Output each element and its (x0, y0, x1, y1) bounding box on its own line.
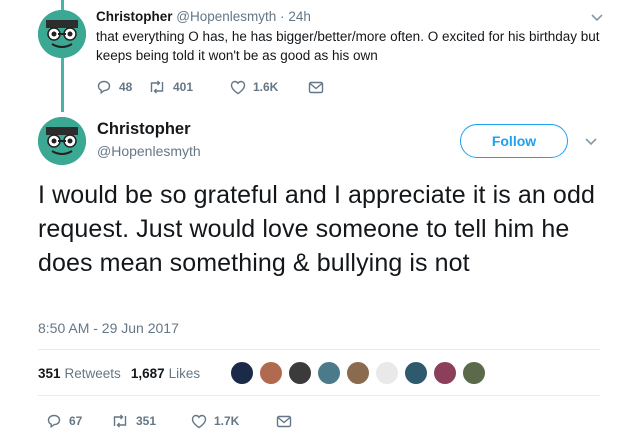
like-button[interactable]: 1.7K (191, 414, 276, 429)
liker-avatar[interactable] (230, 361, 254, 385)
retweet-total: 351 (38, 366, 61, 381)
liker-avatar[interactable] (375, 361, 399, 385)
separator-dot: · (280, 9, 285, 24)
display-name[interactable]: Christopher (97, 120, 191, 139)
retweet-icon (113, 414, 127, 428)
retweets-label: Retweets (64, 366, 121, 381)
direct-message-button[interactable] (276, 415, 292, 428)
reply-count: 67 (69, 414, 83, 428)
reply-count: 48 (119, 80, 133, 94)
liker-avatars (230, 361, 491, 385)
avatar-face-icon (38, 117, 86, 165)
liker-avatar[interactable] (259, 361, 283, 385)
tweet-header: Christopher @Hopenlesmyth · 24h (96, 9, 311, 24)
liker-avatar[interactable] (317, 361, 341, 385)
retweet-icon (150, 80, 164, 94)
username[interactable]: @Hopenlesmyth (97, 143, 201, 159)
message-icon (276, 415, 292, 427)
like-total: 1,687 (130, 366, 165, 381)
retweet-button[interactable]: 351 (111, 414, 191, 428)
like-button[interactable]: 1.6K (230, 80, 308, 95)
avatar[interactable] (38, 117, 86, 165)
liker-avatar[interactable] (462, 361, 486, 385)
tweet-actions: 48 401 1.6K (96, 79, 324, 95)
tweet-text: that everything O has, he has bigger/bet… (96, 29, 600, 63)
message-icon (308, 81, 324, 93)
tweet-actions: 67 351 1.7K (46, 413, 292, 429)
tweet-time[interactable]: 24h (288, 9, 311, 24)
avatar[interactable] (38, 10, 86, 58)
retweet-count: 401 (173, 80, 194, 94)
follow-button[interactable]: Follow (460, 124, 568, 158)
chevron-down-icon[interactable] (584, 134, 598, 153)
tweet-stats: 351 Retweets 1,687 Likes (38, 366, 210, 381)
divider (38, 395, 600, 396)
retweets-stat[interactable]: 351 Retweets (38, 366, 121, 381)
username[interactable]: @Hopenlesmyth (176, 9, 276, 24)
tweet-timestamp[interactable]: 8:50 AM - 29 Jun 2017 (38, 320, 179, 336)
like-icon (191, 414, 207, 428)
reply-button[interactable]: 48 (96, 79, 148, 95)
direct-message-button[interactable] (308, 81, 324, 94)
reply-button[interactable]: 67 (46, 413, 111, 429)
retweet-count: 351 (136, 414, 157, 428)
liker-avatar[interactable] (433, 361, 457, 385)
like-count: 1.7K (214, 414, 240, 428)
liker-avatar[interactable] (404, 361, 428, 385)
like-count: 1.6K (253, 80, 279, 94)
divider (38, 349, 600, 350)
display-name[interactable]: Christopher (96, 9, 173, 24)
liker-avatar[interactable] (346, 361, 370, 385)
reply-icon (97, 80, 111, 95)
likes-label: Likes (168, 366, 201, 381)
like-icon (230, 80, 246, 94)
avatar-face-icon (38, 10, 86, 58)
reply-icon (47, 414, 61, 429)
retweet-button[interactable]: 401 (148, 80, 230, 94)
tweet-text: I would be so grateful and I appreciate … (38, 181, 595, 277)
liker-avatar[interactable] (288, 361, 312, 385)
likes-stat[interactable]: 1,687 Likes (131, 366, 200, 381)
